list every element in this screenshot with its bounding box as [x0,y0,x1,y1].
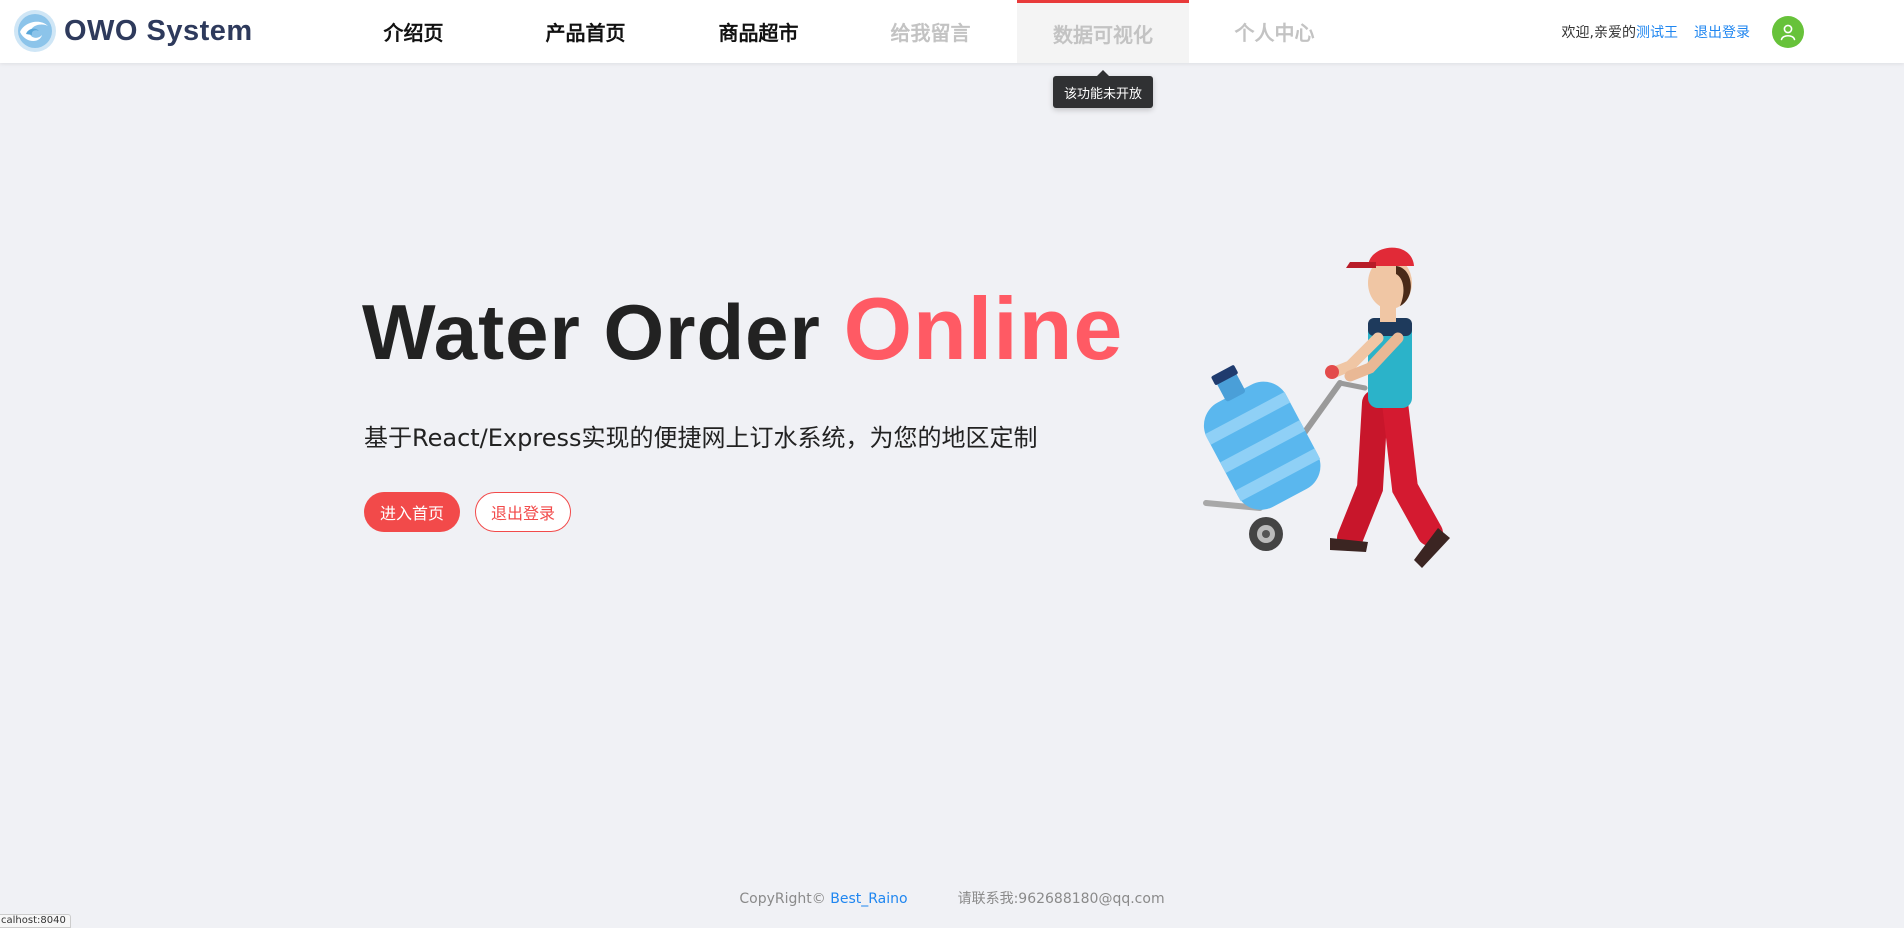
author-link[interactable]: Best_Raino [830,891,907,907]
nav-item-intro[interactable]: 介绍页 [355,0,472,63]
user-name-link[interactable]: 测试王 [1636,22,1678,42]
app-logo[interactable]: OWO System [10,8,253,54]
logo-icon [14,10,56,52]
greeting-text: 欢迎,亲爱的 [1561,24,1636,41]
top-header: OWO System 介绍页 产品首页 商品超市 给我留言 数据可视化 个人中心… [0,0,1904,63]
contact-text: 请联系我:962688180@qq.com [957,891,1165,907]
user-area: 欢迎,亲爱的 测试王 退出登录 [1562,0,1804,63]
nav-item-personal-center[interactable]: 个人中心 [1216,0,1333,63]
nav-item-market[interactable]: 商品超市 [700,0,817,63]
logo-text: OWO System [64,14,253,47]
nav-item-product-home[interactable]: 产品首页 [527,0,644,63]
nav-item-data-visualization[interactable]: 数据可视化 [1017,0,1189,63]
feature-disabled-tooltip: 该功能未开放 [1053,70,1153,108]
header-logout-link[interactable]: 退出登录 [1694,22,1750,42]
hero-title-accent: Online [843,279,1124,378]
footer: CopyRight© Best_Raino 请联系我:962688180@qq.c… [0,888,1904,908]
logout-button[interactable]: 退出登录 [475,492,571,532]
user-icon [1780,24,1796,40]
hero-title-main: Water Order [362,288,844,376]
nav-item-message[interactable]: 给我留言 [872,0,989,63]
avatar[interactable] [1772,15,1804,48]
copyright-text: CopyRight© [739,891,831,907]
water-delivery-man-illustration [1203,247,1450,568]
hero-title: Water Order Online [362,278,1123,380]
enter-home-button[interactable]: 进入首页 [364,492,460,532]
status-bar-url: calhost:8040 [0,914,71,928]
hero-subtitle: 基于React/Express实现的便捷网上订水系统，为您的地区定制 [364,424,1038,452]
